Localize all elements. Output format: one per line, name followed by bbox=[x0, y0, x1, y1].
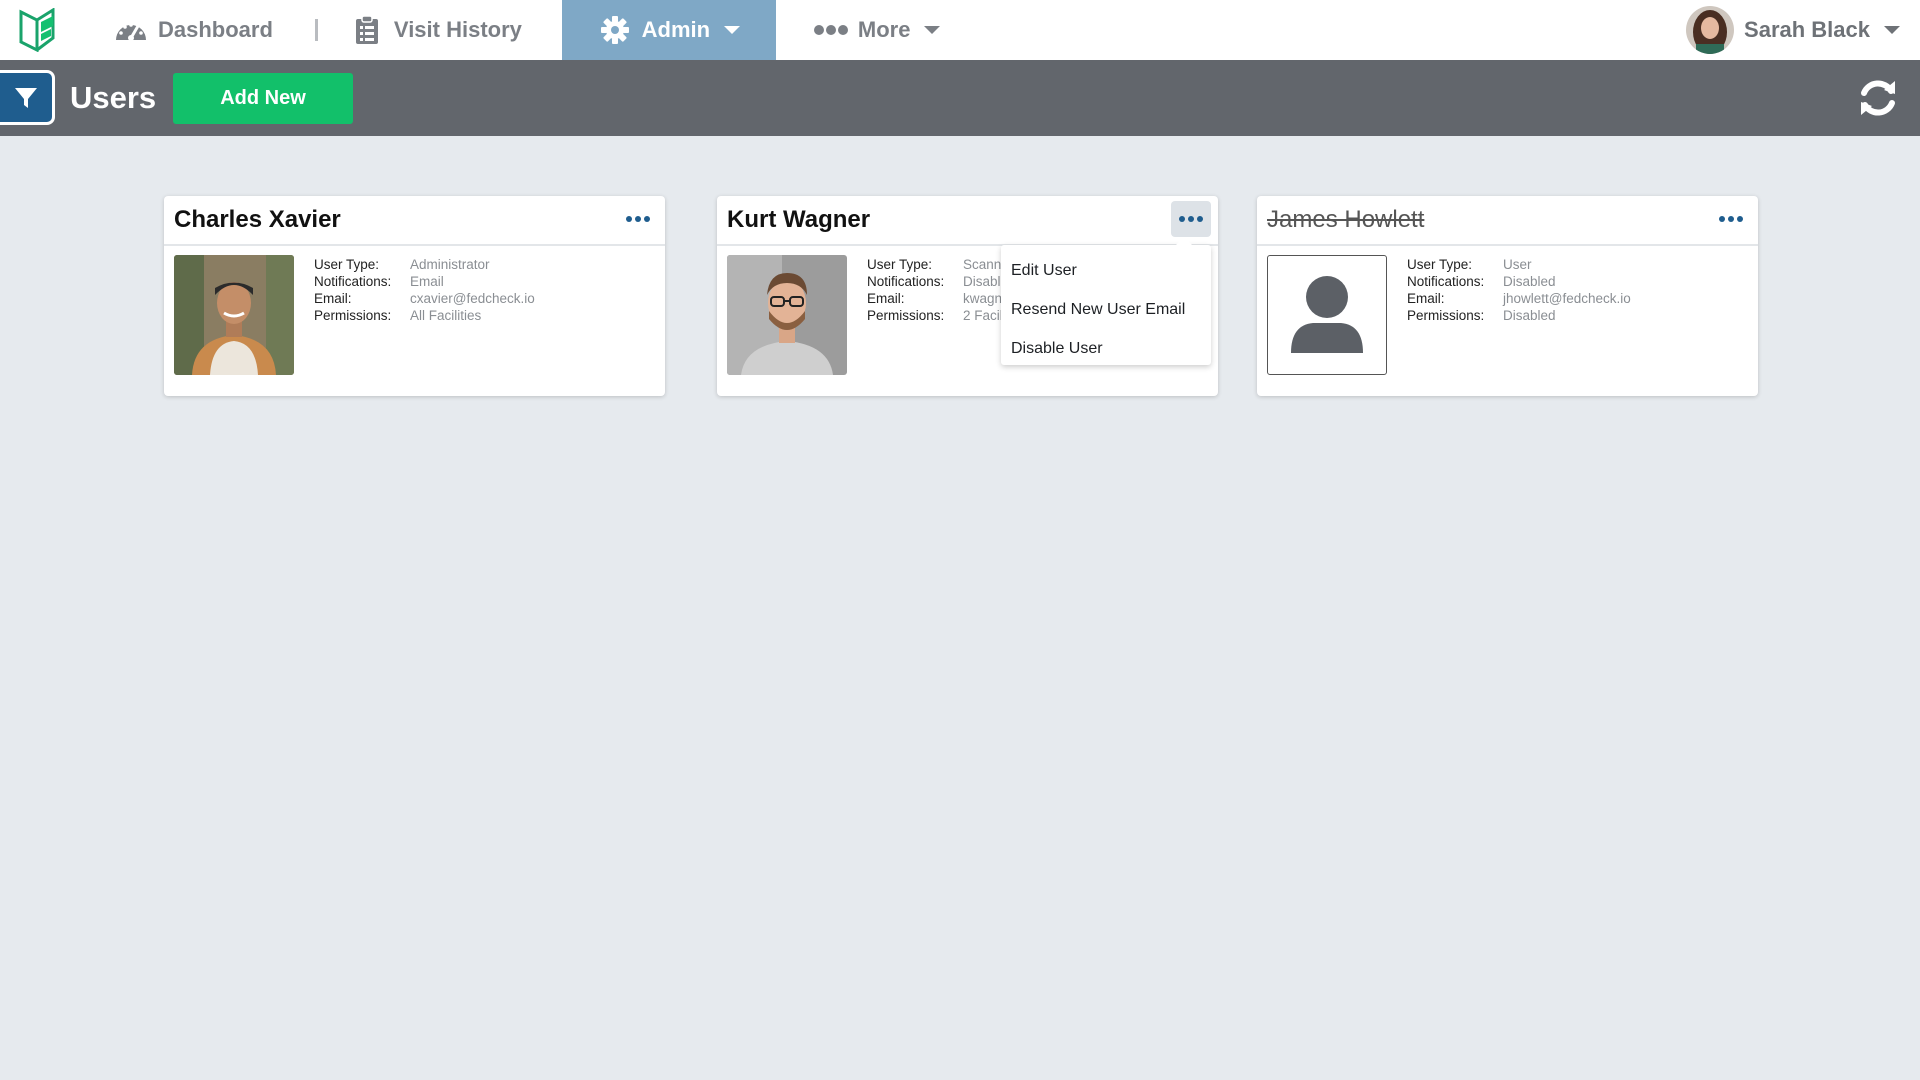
field-label: User Type: bbox=[314, 257, 380, 272]
filter-button[interactable] bbox=[0, 70, 55, 125]
top-nav: Dashboard Visit History Admin More Sarah… bbox=[0, 0, 1920, 60]
notifications-value: Email bbox=[410, 274, 444, 289]
user-name: Kurt Wagner bbox=[727, 206, 871, 233]
user-placeholder-icon bbox=[1291, 276, 1363, 353]
user-photo bbox=[174, 255, 294, 375]
email-value: jhowlett@fedcheck.io bbox=[1503, 291, 1631, 306]
field-label: Email: bbox=[314, 291, 352, 306]
user-card-charles-xavier: Charles Xavier User Type: Administrator N… bbox=[164, 196, 665, 396]
menu-item-disable-user[interactable]: Disable User bbox=[1001, 329, 1211, 368]
field-label: User Type: bbox=[867, 257, 933, 272]
field-label: User Type: bbox=[1407, 257, 1473, 272]
nav-separator bbox=[314, 19, 318, 41]
user-photo-placeholder bbox=[1267, 255, 1387, 375]
field-label: Notifications: bbox=[314, 274, 392, 289]
ellipsis-icon bbox=[626, 216, 650, 222]
user-card-james-howlett: James Howlett User Type: User Notificatio… bbox=[1257, 196, 1758, 396]
filter-icon bbox=[15, 87, 37, 108]
user-photo bbox=[727, 255, 847, 375]
nav-admin-label: Admin bbox=[641, 17, 711, 42]
gear-icon bbox=[598, 15, 632, 45]
fedcheck-logo-icon[interactable] bbox=[19, 8, 57, 52]
ellipsis-icon bbox=[1179, 216, 1203, 222]
user-info: User Type: Scann Notifications: Disabl Ema… bbox=[867, 256, 1003, 324]
page-title: Users bbox=[70, 80, 157, 115]
ellipsis-icon bbox=[1719, 216, 1743, 222]
permissions-value: 2 Facil bbox=[963, 308, 1003, 323]
user-info: User Type: User Notifications: Disabled Em… bbox=[1407, 256, 1631, 324]
user-type-value: Scann bbox=[963, 257, 1002, 272]
user-menu[interactable]: Sarah Black bbox=[1686, 0, 1900, 60]
notifications-value: Disabl bbox=[963, 274, 1001, 289]
avatar bbox=[1686, 6, 1735, 54]
refresh-button[interactable] bbox=[1856, 76, 1900, 120]
nav-admin[interactable]: Admin bbox=[561, 0, 776, 60]
permissions-value: All Facilities bbox=[410, 308, 482, 323]
user-name: Charles Xavier bbox=[174, 206, 341, 233]
menu-item-edit-user[interactable]: Edit User bbox=[1001, 251, 1211, 290]
card-header: James Howlett bbox=[1257, 196, 1758, 246]
user-options-button[interactable] bbox=[618, 201, 658, 237]
nav-visit-history-label: Visit History bbox=[393, 17, 522, 42]
user-options-menu: Edit User Resend New User Email Disable … bbox=[1001, 237, 1211, 368]
nav-dashboard[interactable]: Dashboard bbox=[114, 0, 273, 60]
ellipsis-icon bbox=[813, 15, 848, 45]
email-value: cxavier@fedcheck.io bbox=[410, 291, 535, 306]
nav-dashboard-label: Dashboard bbox=[158, 17, 273, 42]
user-type-value: Administrator bbox=[410, 257, 490, 272]
field-label: Notifications: bbox=[867, 274, 945, 289]
menu-item-resend-email[interactable]: Resend New User Email bbox=[1001, 290, 1211, 329]
add-new-button[interactable]: Add New bbox=[173, 73, 353, 124]
user-name: Sarah Black bbox=[1744, 17, 1870, 42]
clipboard-icon bbox=[350, 15, 384, 45]
user-options-button[interactable] bbox=[1711, 201, 1751, 237]
nav-more[interactable]: More bbox=[813, 0, 941, 60]
user-info: User Type: Administrator Notifications: Em… bbox=[314, 256, 535, 324]
nav-more-label: More bbox=[857, 17, 911, 42]
permissions-value: Disabled bbox=[1503, 308, 1556, 323]
email-value: kwagn bbox=[963, 291, 1003, 306]
user-type-value: User bbox=[1503, 257, 1532, 272]
notifications-value: Disabled bbox=[1503, 274, 1556, 289]
page-header: Users Add New bbox=[0, 60, 1920, 136]
speedometer-icon bbox=[114, 15, 148, 45]
field-label: Email: bbox=[1407, 291, 1445, 306]
nav-visit-history[interactable]: Visit History bbox=[350, 0, 522, 60]
card-header: Kurt Wagner bbox=[717, 196, 1218, 246]
chevron-down-icon bbox=[1884, 26, 1900, 34]
chevron-down-icon bbox=[724, 26, 741, 34]
field-label: Notifications: bbox=[1407, 274, 1485, 289]
chevron-down-icon bbox=[924, 26, 941, 34]
card-header: Charles Xavier bbox=[164, 196, 665, 246]
user-options-button[interactable] bbox=[1171, 201, 1211, 237]
field-label: Email: bbox=[867, 291, 905, 306]
field-label: Permissions: bbox=[1407, 308, 1485, 323]
field-label: Permissions: bbox=[314, 308, 392, 323]
user-name: James Howlett bbox=[1267, 206, 1425, 233]
field-label: Permissions: bbox=[867, 308, 945, 323]
refresh-icon bbox=[1861, 80, 1895, 116]
